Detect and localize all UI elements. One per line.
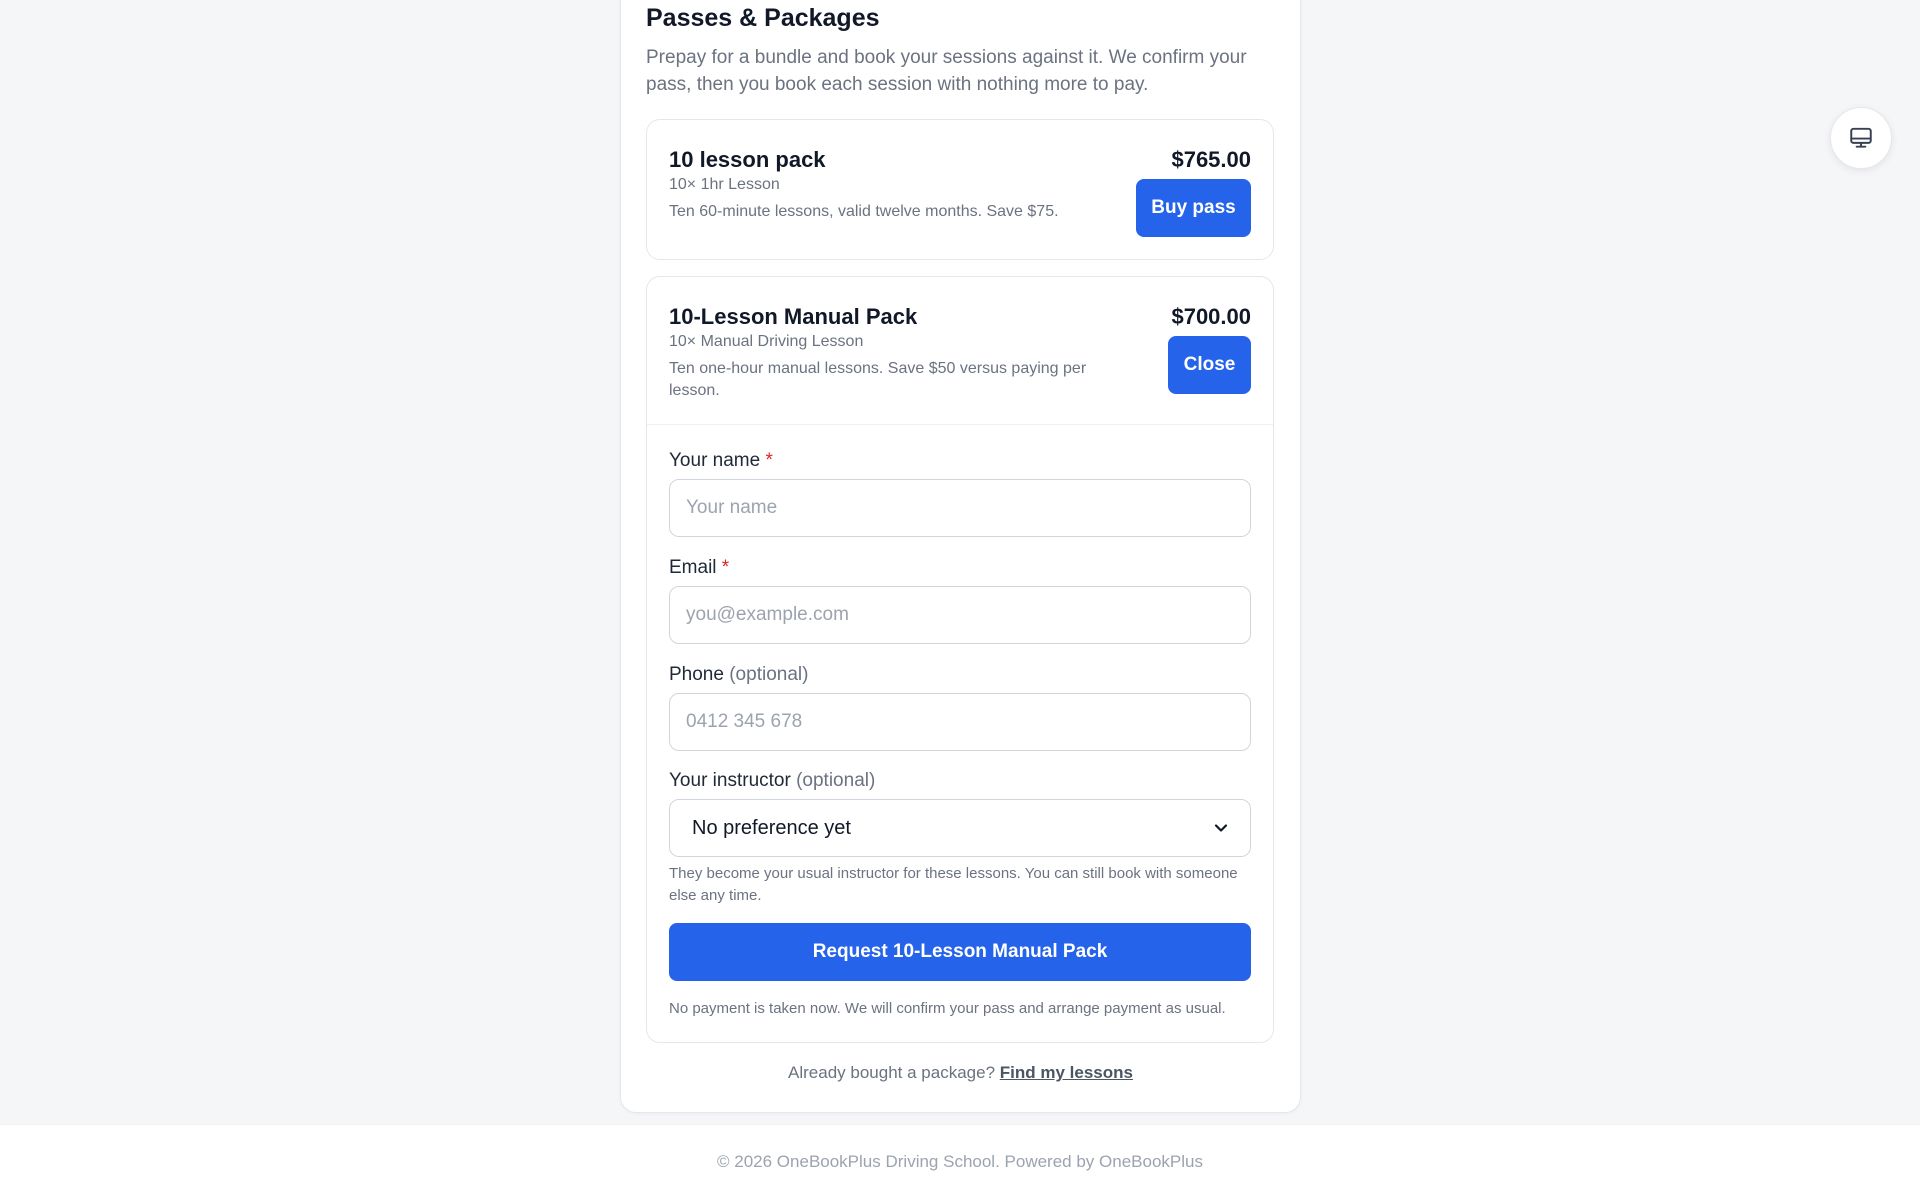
email-label: Email * [669,557,729,579]
name-label: Your name * [669,450,773,472]
request-package-button[interactable]: Request 10-Lesson Manual Pack [669,923,1251,981]
name-label-text: Your name [669,450,761,471]
package-card-10-lesson-pack: 10 lesson pack $765.00 10× 1hr Lesson Te… [646,119,1274,260]
instructor-label: Your instructor (optional) [669,770,875,792]
email-label-text: Email [669,557,717,578]
package-description: Ten 60-minute lessons, valid twelve mont… [669,203,1059,220]
monitor-icon [1850,127,1872,148]
instructor-help-text: They become your usual instructor for th… [669,865,1238,904]
package-name: 10-Lesson Manual Pack [669,304,918,329]
optional-text: (optional) [729,664,809,685]
package-card-10-lesson-manual-pack: 10-Lesson Manual Pack $700.00 10× Manual… [646,276,1274,1043]
phone-label: Phone (optional) [669,664,808,686]
instructor-label-text: Your instructor [669,770,791,791]
payment-note: No payment is taken now. We will confirm… [669,1000,1226,1017]
phone-label-text: Phone [669,664,724,685]
section-description: Prepay for a bundle and book your sessio… [646,47,1247,95]
chevron-down-icon [1214,824,1228,832]
package-subtitle: 10× Manual Driving Lesson [669,333,864,350]
required-mark: * [721,557,730,578]
package-subtitle: 10× 1hr Lesson [669,176,780,193]
close-button[interactable]: Close [1168,336,1251,394]
required-mark: * [765,450,773,471]
email-input[interactable] [669,586,1251,644]
page: Passes & Packages Prepay for a bundle an… [0,0,1920,1200]
copyright-text: © 2026 OneBookPlus Driving School. Power… [717,1152,1203,1171]
package-name: 10 lesson pack [669,147,826,172]
package-price: $700.00 [1171,304,1251,329]
optional-text: (optional) [796,770,876,791]
phone-input[interactable] [669,693,1251,751]
display-mode-button[interactable] [1830,107,1892,169]
already-bought-text: Already bought a package? [788,1063,996,1082]
already-bought-note: Already bought a package? Find my lesson… [620,1063,1301,1083]
package-price: $765.00 [1171,147,1251,172]
section-title: Passes & Packages [646,4,880,32]
buy-pass-button[interactable]: Buy pass [1136,179,1251,237]
instructor-selected-value: No preference yet [692,816,851,839]
find-my-lessons-link[interactable]: Find my lessons [1000,1063,1133,1082]
instructor-select[interactable]: No preference yet [669,799,1251,857]
package-description: Ten one-hour manual lessons. Save $50 ve… [669,360,1087,399]
divider [647,424,1273,425]
name-input[interactable] [669,479,1251,537]
